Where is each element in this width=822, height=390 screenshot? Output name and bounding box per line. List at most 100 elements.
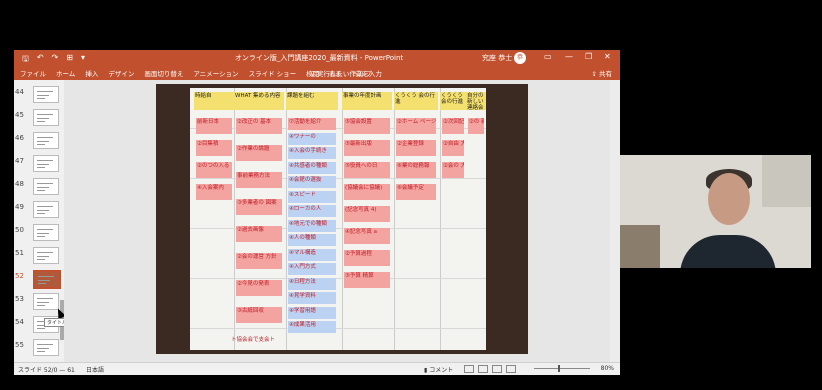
quick-access-icon[interactable]: ▾ <box>81 53 85 67</box>
column-header-note: くうくう 会の行進 <box>440 92 466 110</box>
sticky-note: 事前業務方法 <box>236 172 282 188</box>
zoom-level[interactable]: 80% <box>601 365 614 372</box>
slide-number: 53 <box>15 295 24 303</box>
ribbon-tab[interactable]: アニメーション <box>193 68 238 78</box>
ribbon-tabs: ファイル ホーム 挿入 デザイン 画面切り替え アニメーション スライド ショー 校閲 表示 ヘル… <box>14 66 620 80</box>
sticky-note: ④入門方式 <box>288 263 336 275</box>
column-header-note: 自分の新しい 連絡会 <box>466 92 486 110</box>
share-button[interactable]: ⇪ 共有 <box>591 68 612 78</box>
sticky-note: ②予算過程 <box>344 250 390 266</box>
handwritten-note: ト協会会で支会ト <box>231 337 276 343</box>
status-bar: スライド 52/0 — 61 日本語 ▮ コメント 80% <box>14 362 620 375</box>
language-indicator[interactable]: 日本語 <box>86 365 104 374</box>
slide-number: 48 <box>15 180 24 188</box>
ribbon-tab[interactable]: スライド ショー <box>249 68 297 78</box>
sticky-note: ⑥会議予定 <box>396 184 436 200</box>
title-bar: 🖫 ↶ ↷ ⊞ ▾ オンライン版_入門講座2020_最新資料 - PowerPoint … <box>14 50 620 66</box>
column-header-note: 事業の年度計画 <box>342 92 392 110</box>
comments-label: コメント <box>429 367 454 374</box>
document-title: オンライン版_入門講座2020_最新資料 - PowerPoint <box>234 54 404 62</box>
sticky-note: ②作業の論題 <box>236 145 282 161</box>
sticky-note: ②会の運営 方針 <box>236 253 282 269</box>
slide-number: 50 <box>15 226 24 234</box>
ribbon-tab[interactable]: 画面切り替え <box>144 68 183 78</box>
slide-number: 44 <box>15 88 24 96</box>
sticky-note: ⑤最新出版 <box>344 140 390 156</box>
sticky-note: ④入会の手続き <box>288 147 336 159</box>
sticky-note: ⑤予算 精算 <box>344 272 390 288</box>
sticky-note: ④ワナーの <box>288 132 336 145</box>
maximize-icon[interactable]: ❐ <box>585 52 592 61</box>
sticky-note: ④日程方法 <box>288 277 336 290</box>
sticky-note: ④記念写真 a <box>344 228 390 244</box>
slide-number: 45 <box>15 111 24 119</box>
sticky-note: ②のつの入る <box>196 162 232 178</box>
zoom-slider-handle[interactable] <box>558 365 560 372</box>
wall-poster <box>762 155 811 207</box>
quick-access-icon[interactable]: ↷ <box>52 53 59 67</box>
sticky-note: ⑤協会設置 <box>344 118 390 134</box>
quick-access-toolbar: 🖫 ↶ ↷ ⊞ ▾ <box>22 53 85 67</box>
normal-view-icon[interactable] <box>464 365 474 373</box>
zoom-slider[interactable] <box>534 368 590 369</box>
comments-button[interactable]: ▮ コメント <box>424 365 453 374</box>
slide-preview <box>33 224 59 241</box>
slide-preview <box>33 270 61 289</box>
column-header-note: WHAT 集める内容 <box>234 92 284 110</box>
sticky-note: ④学習用語 <box>288 306 336 319</box>
share-label: 共有 <box>599 70 612 78</box>
slide-number: 55 <box>15 341 24 349</box>
sticky-note: ④見学資料 <box>288 292 336 304</box>
sticky-note: ④入会案内 <box>196 184 232 200</box>
slide-preview <box>33 293 59 310</box>
sticky-note: ②改正の 基本 <box>236 118 282 134</box>
sticky-note: ②ホーム ページ <box>396 118 436 134</box>
quick-access-icon[interactable]: ↶ <box>37 53 44 67</box>
sticky-note: (協議会に協議) <box>344 184 390 200</box>
ribbon-display-options-icon[interactable]: ▭ <box>544 52 552 61</box>
slide-number: 46 <box>15 134 24 142</box>
slide-preview <box>33 339 59 356</box>
share-icon: ⇪ <box>591 70 599 78</box>
slide-preview <box>33 132 59 149</box>
slide-preview <box>33 86 59 103</box>
user-name[interactable]: 究座 恭士 <box>482 53 512 63</box>
sticky-note: ②企業登録 <box>396 140 436 156</box>
slide-number: 51 <box>15 249 24 257</box>
background-shelf <box>620 225 660 268</box>
board-row-line <box>190 278 486 279</box>
sticky-note: ⑥業の総務報 <box>396 162 436 178</box>
slide-number: 54 <box>15 318 24 326</box>
sticky-note: ②目集積 <box>196 140 232 156</box>
sticky-note: ③多業者の 図案 <box>236 199 282 215</box>
slideshow-icon[interactable] <box>506 365 516 373</box>
slide-sorter-icon[interactable] <box>478 365 488 373</box>
sticky-note: ③古紙回収 <box>236 307 282 323</box>
reading-view-icon[interactable] <box>492 365 502 373</box>
sticky-note: ④スピード <box>288 190 336 203</box>
ribbon-tab[interactable]: ファイル <box>20 68 46 78</box>
quick-access-icon[interactable]: 🖫 <box>22 53 29 67</box>
column-header-note: 課題を組む <box>286 92 338 110</box>
slide-thumbnail[interactable]: 55 <box>14 337 64 362</box>
sticky-note: ②次回記念 <box>442 118 464 134</box>
ribbon-tab[interactable]: ホーム <box>56 68 75 78</box>
sticky-note: ②の 新会 <box>468 118 484 134</box>
close-icon[interactable]: ✕ <box>604 52 611 61</box>
ribbon-tab[interactable]: 挿入 <box>85 68 98 78</box>
lightbulb-icon: ♀ <box>310 70 317 78</box>
slide-number: 52 <box>15 272 24 280</box>
column-header-note: 時給自 <box>194 92 234 110</box>
tell-me-text: 実行したい作業を入力 <box>316 70 382 78</box>
user-avatar-icon[interactable]: 恭 <box>514 52 526 64</box>
editor-scrollbar[interactable] <box>610 80 620 362</box>
sticky-note: ②過去画像 <box>236 226 282 242</box>
sticky-note: ⑤役員への日 <box>344 162 390 178</box>
slide-editor[interactable]: 時給自 前新日本 ②目集積 ②のつの入る ④入会案内 WHAT 集める内容 ②改正の 基本 ②… <box>64 80 612 362</box>
minimize-icon[interactable]: — <box>565 52 573 61</box>
sticky-note: ②自由 大会 <box>442 140 464 156</box>
quick-access-icon[interactable]: ⊞ <box>66 53 73 67</box>
tell-me-box[interactable]: ♀ 実行したい作業を入力 <box>310 68 382 78</box>
ribbon-tab[interactable]: デザイン <box>108 68 134 78</box>
slide-canvas[interactable]: 時給自 前新日本 ②目集積 ②のつの入る ④入会案内 WHAT 集める内容 ②改正の 基本 ②… <box>156 84 528 354</box>
